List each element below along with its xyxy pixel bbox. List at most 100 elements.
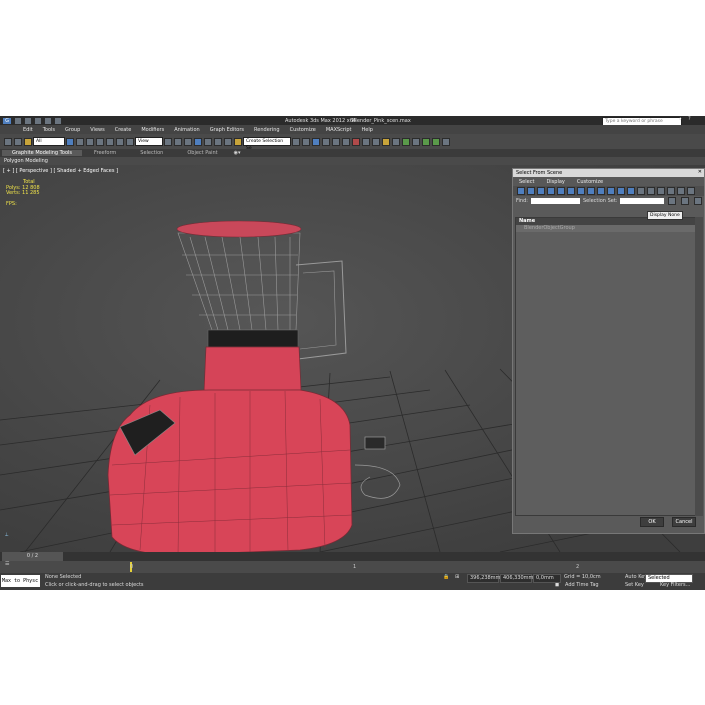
- select-manipulate-icon[interactable]: [174, 137, 182, 146]
- containers-icon[interactable]: [412, 137, 420, 146]
- display-cameras-icon[interactable]: [547, 187, 555, 195]
- angle-snap-icon[interactable]: [204, 137, 212, 146]
- move-icon[interactable]: [106, 137, 114, 146]
- display-all-icon[interactable]: [637, 187, 645, 195]
- menu-views[interactable]: Views: [85, 127, 109, 133]
- maxscript-listener[interactable]: Max to Physc: [1, 575, 40, 587]
- find-input[interactable]: [530, 198, 580, 204]
- rectangle-selection-icon[interactable]: [86, 137, 94, 146]
- menu-group[interactable]: Group: [60, 127, 85, 133]
- menu-create[interactable]: Create: [110, 127, 137, 133]
- render-setup-icon[interactable]: [362, 137, 370, 146]
- save-file-icon[interactable]: [34, 116, 42, 125]
- list-item[interactable]: BlenderObjectGroup: [516, 225, 695, 232]
- toolbar-extra-icon[interactable]: [442, 137, 450, 146]
- set-key-button[interactable]: Set Key: [625, 582, 644, 588]
- display-helpers-icon[interactable]: [557, 187, 565, 195]
- menu-rendering[interactable]: Rendering: [249, 127, 285, 133]
- rotate-icon[interactable]: [116, 137, 124, 146]
- dialog-menu-customize[interactable]: Customize: [571, 179, 609, 185]
- dialog-menu-display[interactable]: Display: [540, 179, 570, 185]
- absolute-mode-icon[interactable]: ⊞: [455, 574, 459, 580]
- open-file-icon[interactable]: [24, 116, 32, 125]
- display-bones-icon[interactable]: [597, 187, 605, 195]
- options-icon[interactable]: [687, 187, 695, 195]
- schematic-view-icon[interactable]: [342, 137, 350, 146]
- spinner-snap-icon[interactable]: [224, 137, 232, 146]
- object-list-scrollbar[interactable]: [695, 217, 703, 516]
- pivot-center-icon[interactable]: [164, 137, 172, 146]
- select-none-icon[interactable]: [681, 197, 690, 205]
- add-time-tag-icon[interactable]: ◼: [555, 582, 559, 588]
- menu-maxscript[interactable]: MAXScript: [321, 127, 357, 133]
- ribbon-options-icon[interactable]: ◉▾: [230, 150, 245, 156]
- curve-editor-icon[interactable]: [332, 137, 340, 146]
- app-logo-icon[interactable]: G: [2, 116, 12, 125]
- link-icon[interactable]: [4, 137, 12, 146]
- time-slider-handle[interactable]: 0 / 2: [2, 552, 63, 561]
- bind-space-warp-icon[interactable]: [24, 137, 32, 146]
- named-selection-dropdown[interactable]: Create Selection Se: [243, 137, 291, 151]
- menu-tools[interactable]: Tools: [38, 127, 60, 133]
- display-space-warps-icon[interactable]: [567, 187, 575, 195]
- display-groups-icon[interactable]: [577, 187, 585, 195]
- sync-selection-icon[interactable]: [667, 187, 675, 195]
- window-crossing-icon[interactable]: [96, 137, 104, 146]
- maximize-viewport-icon[interactable]: [432, 137, 440, 146]
- align-icon[interactable]: [302, 137, 310, 146]
- edit-named-selection-icon[interactable]: [234, 137, 242, 146]
- render-iterative-icon[interactable]: [392, 137, 400, 146]
- unlink-icon[interactable]: [14, 137, 22, 146]
- display-geometry-icon[interactable]: [517, 187, 525, 195]
- display-shapes-icon[interactable]: [527, 187, 535, 195]
- add-time-tag[interactable]: Add Time Tag: [565, 582, 599, 588]
- select-object-icon[interactable]: [66, 137, 74, 146]
- display-hidden-icon[interactable]: [627, 187, 635, 195]
- redo-icon[interactable]: [54, 116, 62, 125]
- menu-help[interactable]: Help: [357, 127, 378, 133]
- track-bar-menu-icon[interactable]: ☰: [5, 561, 9, 567]
- selection-set-dropdown[interactable]: [620, 198, 665, 204]
- tab-selection[interactable]: Selection: [128, 150, 175, 156]
- scale-icon[interactable]: [126, 137, 134, 146]
- viewport-label[interactable]: [ + ] [ Perspective ] [ Shaded + Edged F…: [3, 168, 118, 174]
- undo-icon[interactable]: [44, 116, 52, 125]
- tab-freeform[interactable]: Freeform: [82, 150, 128, 156]
- tab-object-paint[interactable]: Object Paint: [175, 150, 229, 156]
- selection-filter-dropdown[interactable]: All: [33, 137, 65, 146]
- display-frozen-icon[interactable]: [617, 187, 625, 195]
- menu-graph-editors[interactable]: Graph Editors: [205, 127, 249, 133]
- y-coordinate-field[interactable]: 406,330mm: [500, 574, 533, 583]
- menu-animation[interactable]: Animation: [169, 127, 205, 133]
- select-all-icon[interactable]: [668, 197, 677, 205]
- display-lights-icon[interactable]: [537, 187, 545, 195]
- polygon-modeling-panel[interactable]: Polygon Modeling: [4, 158, 48, 164]
- cancel-button[interactable]: Cancel: [672, 517, 696, 527]
- track-bar[interactable]: ☰ 0 1 2: [0, 561, 705, 573]
- time-slider[interactable]: 0 / 2: [0, 552, 705, 561]
- object-list[interactable]: Name BlenderObjectGroup: [515, 217, 696, 516]
- snap-toggle-icon[interactable]: [194, 137, 202, 146]
- dialog-close-icon[interactable]: ✕: [698, 169, 702, 175]
- search-icon[interactable]: ⌕: [679, 116, 682, 122]
- ok-button[interactable]: OK: [640, 517, 664, 527]
- menu-edit[interactable]: Edit: [18, 127, 38, 133]
- dialog-menu-select[interactable]: Select: [513, 179, 540, 185]
- display-invert-icon[interactable]: [657, 187, 665, 195]
- active-shade-icon[interactable]: [402, 137, 410, 146]
- new-file-icon[interactable]: [14, 116, 22, 125]
- x-coordinate-field[interactable]: 396,238mm: [467, 574, 500, 583]
- select-by-name-icon[interactable]: [76, 137, 84, 146]
- keyboard-shortcut-icon[interactable]: [184, 137, 192, 146]
- graphite-toggle-icon[interactable]: [322, 137, 330, 146]
- auto-key-button[interactable]: Auto Key: [625, 574, 647, 580]
- filter-icon[interactable]: [677, 187, 685, 195]
- menu-customize[interactable]: Customize: [285, 127, 321, 133]
- display-none-icon[interactable]: [647, 187, 655, 195]
- layer-manager-icon[interactable]: [312, 137, 320, 146]
- menu-modifiers[interactable]: Modifiers: [136, 127, 169, 133]
- display-xrefs-icon[interactable]: [587, 187, 595, 195]
- viewport-layout-icon[interactable]: [422, 137, 430, 146]
- mirror-icon[interactable]: [292, 137, 300, 146]
- select-invert-icon[interactable]: [694, 197, 703, 205]
